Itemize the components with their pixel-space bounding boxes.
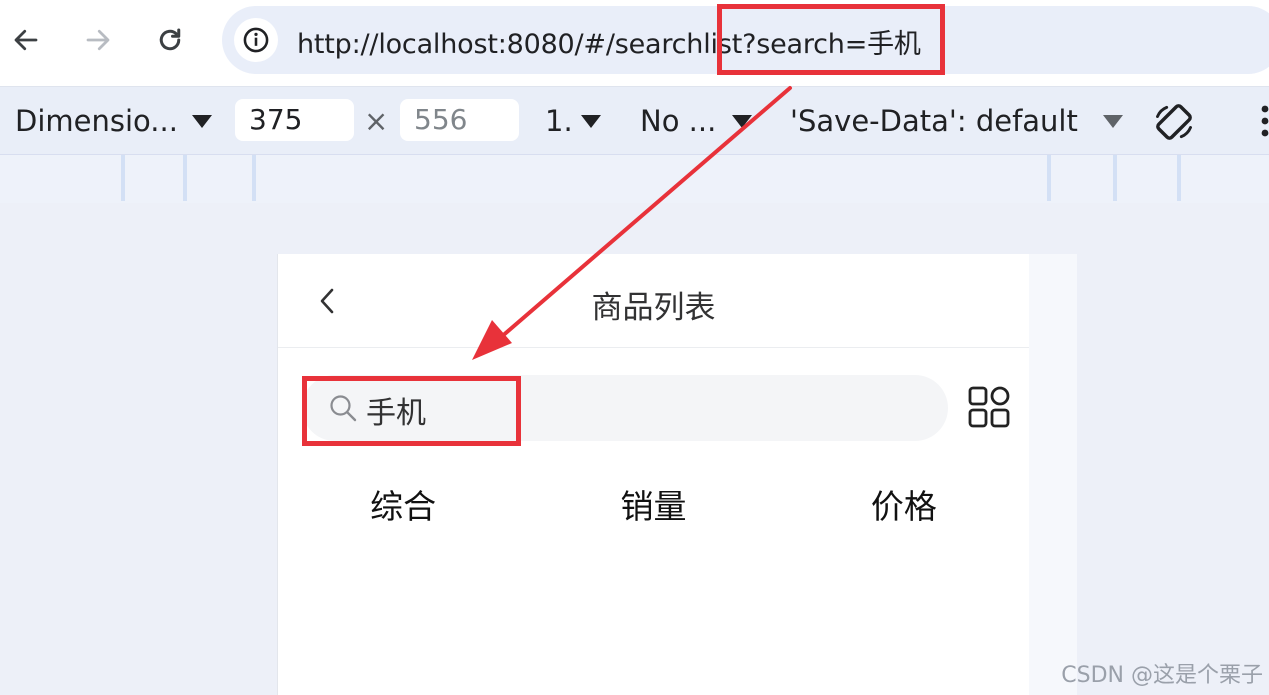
media-query-ruler <box>0 154 1269 204</box>
more-vertical-icon[interactable] <box>1255 101 1269 141</box>
dpr-caret-icon[interactable] <box>581 115 601 128</box>
throttle-caret-icon[interactable] <box>732 115 752 128</box>
forward-button[interactable] <box>78 20 118 60</box>
device-toolbar: Dimensio... 375 × 556 1. No ... 'Save-Da… <box>0 86 1269 155</box>
tab-price[interactable]: 价格 <box>779 479 1029 535</box>
arrow-left-icon <box>14 29 38 51</box>
ruler-tick <box>1113 155 1117 201</box>
emulated-page: 商品列表 手机 综合 销量 价格 <box>277 254 1029 695</box>
reload-icon <box>159 28 181 51</box>
tab-comprehensive[interactable]: 综合 <box>278 479 528 535</box>
grid-icon[interactable] <box>968 386 1010 428</box>
throttle-select[interactable]: No ... <box>640 104 716 138</box>
ruler-tick <box>121 155 125 201</box>
height-input[interactable]: 556 <box>400 99 519 141</box>
site-info-button[interactable] <box>234 18 278 62</box>
dpr-select[interactable]: 1. <box>545 104 573 138</box>
rotate-icon[interactable] <box>1152 100 1196 144</box>
info-icon <box>243 27 269 53</box>
times-symbol: × <box>364 104 389 138</box>
reload-button[interactable] <box>150 20 190 60</box>
device-select[interactable]: Dimensio... <box>15 104 178 138</box>
url-query-highlight-box <box>717 4 945 75</box>
search-value-highlight-box <box>302 376 521 446</box>
ruler-tick <box>183 155 187 201</box>
back-button[interactable] <box>6 20 46 60</box>
tab-sales[interactable]: 销量 <box>528 479 778 535</box>
viewport-scroll-area <box>1028 254 1077 695</box>
page-title: 商品列表 <box>591 290 716 326</box>
nav-bar: 商品列表 <box>278 254 1029 348</box>
save-data-select[interactable]: 'Save-Data': default <box>790 104 1078 138</box>
watermark-text: CSDN @这是个栗子 <box>1061 663 1263 688</box>
ruler-tick <box>1177 155 1181 201</box>
ruler-tick <box>1047 155 1051 201</box>
width-input[interactable]: 375 <box>235 99 354 141</box>
ruler-tick <box>252 155 256 201</box>
arrow-right-icon <box>86 29 110 51</box>
device-select-caret-icon[interactable] <box>192 115 212 128</box>
save-data-caret-icon[interactable] <box>1103 115 1123 128</box>
browser-toolbar: http://localhost:8080/#/searchlist?searc… <box>0 0 1269 86</box>
sort-tabs: 综合 销量 价格 <box>278 479 1029 535</box>
